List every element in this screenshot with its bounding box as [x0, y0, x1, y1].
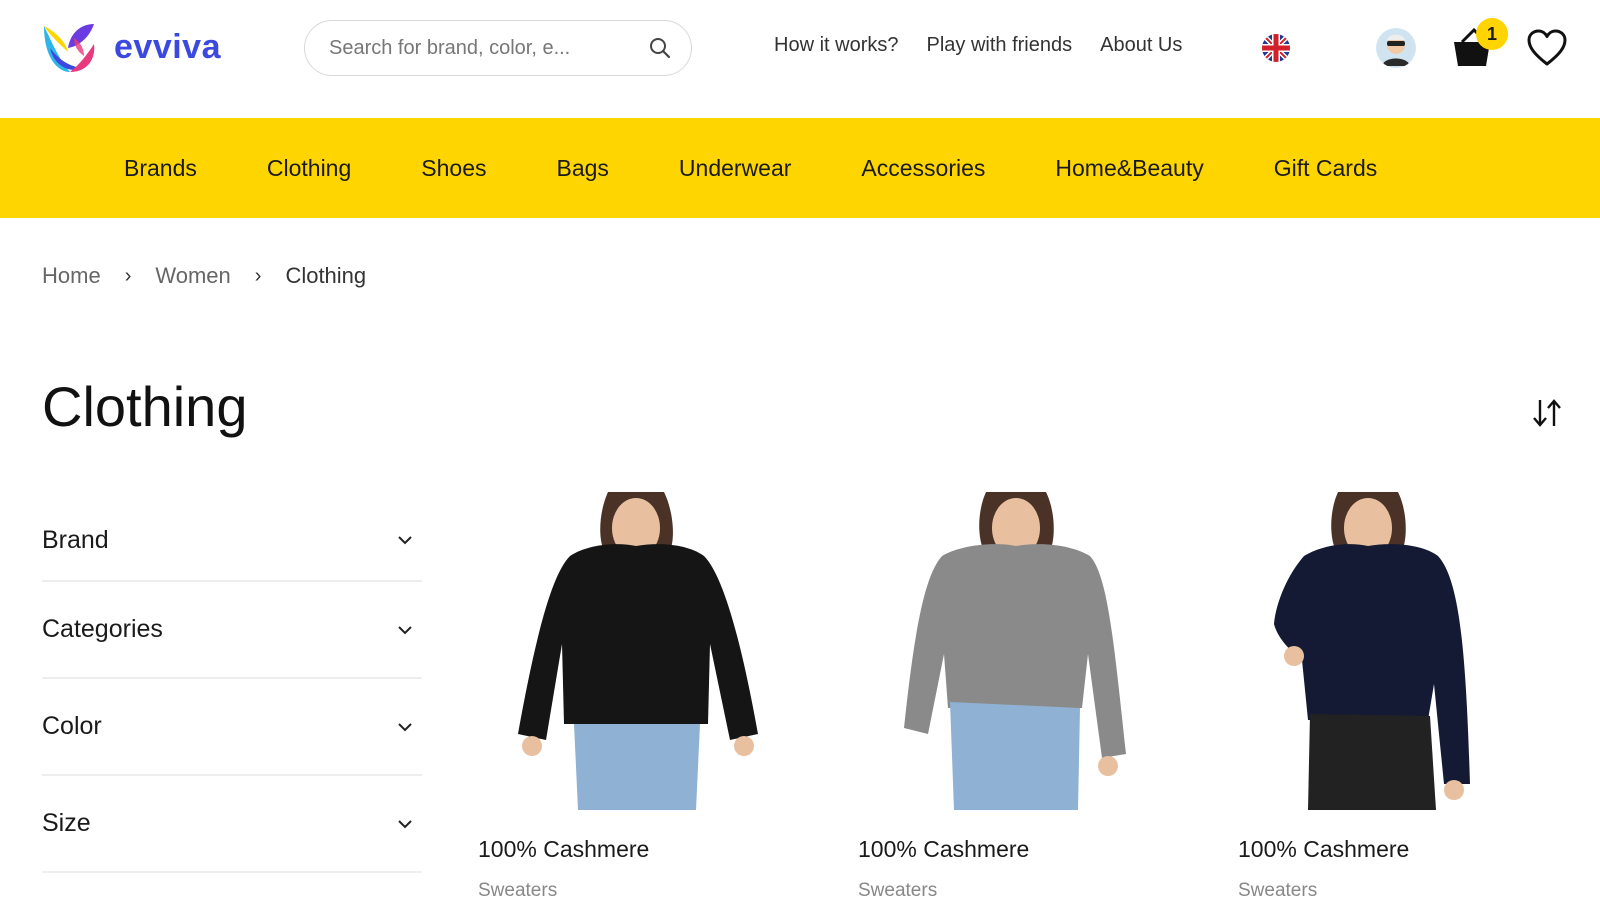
site-header: evviva How it works? Play with friends A… — [0, 0, 1600, 116]
brand-name: evviva — [114, 27, 221, 66]
product-card[interactable]: 100% Cashmere Sweaters — [478, 484, 798, 900]
filter-brand[interactable]: Brand — [42, 500, 422, 582]
category-home-beauty[interactable]: Home&Beauty — [1055, 155, 1203, 182]
topnav-about-us[interactable]: About Us — [1100, 34, 1182, 57]
filter-label: Categories — [42, 615, 163, 643]
breadcrumb-current: Clothing — [285, 263, 367, 288]
search-input[interactable] — [329, 36, 647, 60]
chevron-right-icon: › — [124, 264, 132, 287]
filter-categories[interactable]: Categories — [42, 582, 422, 679]
search-box — [304, 20, 692, 76]
sort-icon[interactable] — [1530, 396, 1564, 430]
chevron-down-icon — [398, 536, 412, 545]
product-name[interactable]: 100% Cashmere — [478, 836, 649, 863]
filter-size[interactable]: Size — [42, 776, 422, 873]
product-name[interactable]: 100% Cashmere — [1238, 836, 1409, 863]
sweater-shape — [518, 544, 758, 740]
filter-panel: Brand Categories Color Size — [42, 500, 422, 873]
page-title: Clothing — [42, 375, 248, 438]
filter-color[interactable]: Color — [42, 679, 422, 776]
filter-label: Brand — [42, 525, 109, 554]
product-category: Sweaters — [1238, 880, 1318, 900]
logo-mark-icon — [44, 24, 95, 72]
chevron-down-icon — [398, 722, 412, 731]
category-bar: Brands Clothing Shoes Bags Underwear Acc… — [0, 118, 1600, 218]
breadcrumb: Home › Women › Clothing — [42, 263, 366, 289]
category-clothing[interactable]: Clothing — [267, 155, 351, 182]
product-image[interactable] — [858, 484, 1178, 810]
top-nav: How it works? Play with friends About Us — [774, 34, 1182, 57]
filter-label: Size — [42, 809, 91, 837]
category-brands[interactable]: Brands — [124, 155, 197, 182]
topnav-play-with-friends[interactable]: Play with friends — [926, 34, 1072, 57]
chevron-down-icon — [398, 625, 412, 634]
filter-label: Color — [42, 712, 102, 740]
uk-flag-icon[interactable] — [1262, 34, 1290, 62]
breadcrumb-home[interactable]: Home — [42, 263, 101, 289]
category-bags[interactable]: Bags — [556, 155, 608, 182]
cart-count-badge: 1 — [1476, 18, 1508, 50]
product-category: Sweaters — [858, 880, 938, 900]
search-icon[interactable] — [647, 35, 673, 61]
product-name[interactable]: 100% Cashmere — [858, 836, 1029, 863]
avatar[interactable] — [1376, 28, 1416, 68]
product-card[interactable]: 100% Cashmere Sweaters — [858, 484, 1178, 900]
topnav-how-it-works[interactable]: How it works? — [774, 34, 898, 57]
chevron-right-icon: › — [254, 264, 262, 287]
brand-logo[interactable]: evviva — [40, 18, 221, 76]
product-card[interactable]: 100% Cashmere Sweaters — [1238, 484, 1558, 900]
product-image[interactable] — [478, 484, 798, 810]
product-image[interactable] — [1238, 484, 1558, 810]
category-accessories[interactable]: Accessories — [861, 155, 985, 182]
chevron-down-icon — [398, 819, 412, 828]
category-gift-cards[interactable]: Gift Cards — [1274, 155, 1378, 182]
product-category: Sweaters — [478, 880, 558, 900]
category-shoes[interactable]: Shoes — [421, 155, 486, 182]
heart-icon[interactable] — [1526, 28, 1568, 68]
category-underwear[interactable]: Underwear — [679, 155, 792, 182]
breadcrumb-women[interactable]: Women — [155, 263, 230, 289]
